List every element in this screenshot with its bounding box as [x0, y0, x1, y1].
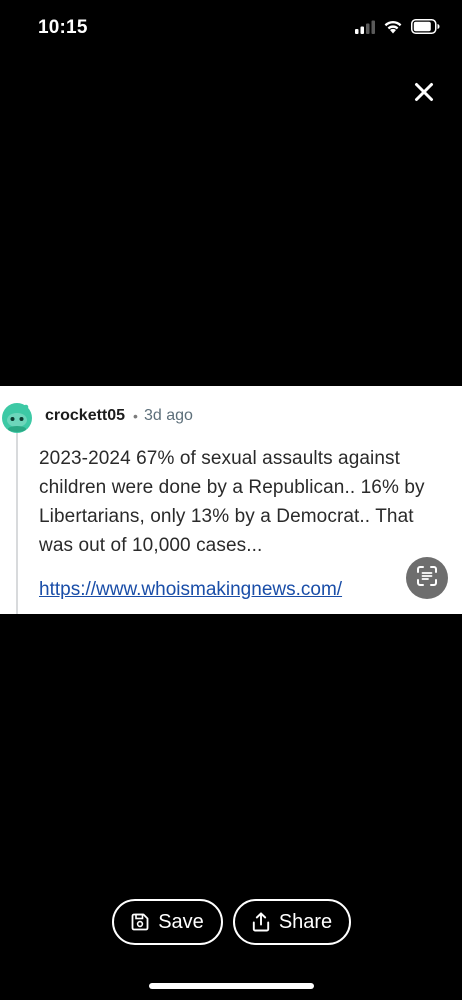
- separator-dot: •: [133, 408, 138, 424]
- username[interactable]: crockett05: [45, 407, 125, 425]
- comment-link[interactable]: https://www.whoismakingnews.com/: [39, 579, 342, 601]
- save-icon: [130, 912, 150, 932]
- comment-body: 2023-2024 67% of sexual assaults against…: [39, 448, 425, 556]
- home-indicator[interactable]: [149, 983, 314, 989]
- avatar: [0, 400, 34, 434]
- status-bar: 10:15: [0, 0, 462, 60]
- save-button[interactable]: Save: [111, 899, 223, 945]
- live-text-button[interactable]: [406, 557, 448, 599]
- close-button[interactable]: [410, 80, 438, 108]
- battery-icon: [411, 19, 440, 39]
- action-bar: Save Share: [0, 899, 462, 945]
- share-button[interactable]: Share: [232, 899, 351, 945]
- comment-age: 3d ago: [143, 407, 193, 424]
- share-icon: [251, 912, 271, 932]
- close-icon: [414, 82, 434, 107]
- wifi-icon: [383, 19, 403, 39]
- thread-line: [16, 428, 18, 614]
- share-label: Share: [278, 910, 333, 933]
- save-label: Save: [158, 910, 204, 933]
- comment-card: crockett05 • 3d ago 2023-2024 67% of sex…: [0, 386, 462, 614]
- status-time: 10:15: [38, 17, 88, 38]
- cellular-signal-icon: [355, 20, 375, 39]
- comment-header: crockett05 • 3d ago: [45, 407, 193, 425]
- status-icons: [355, 19, 440, 39]
- live-text-icon: [415, 564, 439, 593]
